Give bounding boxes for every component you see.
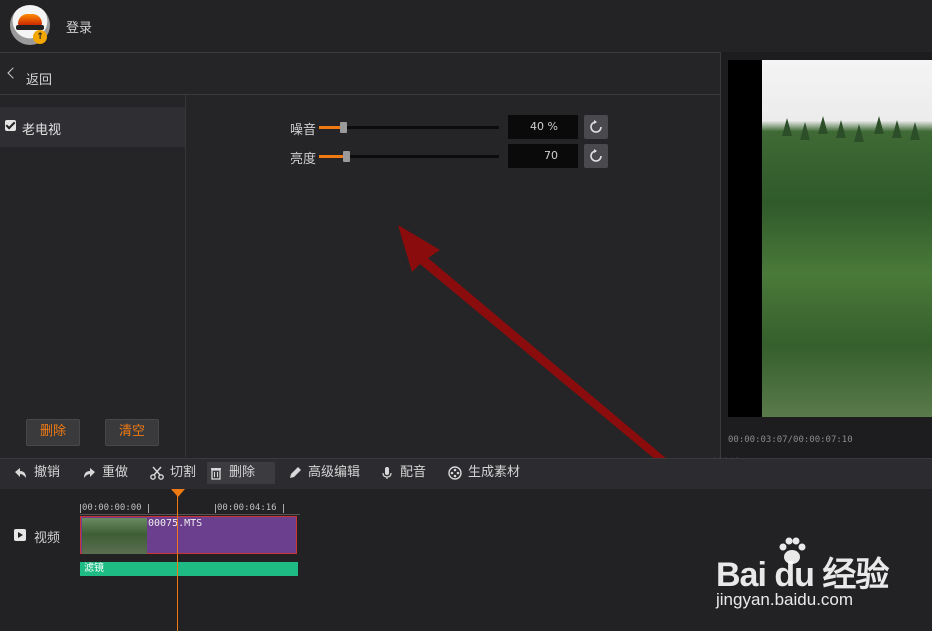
- noise-slider-fill: [319, 126, 340, 129]
- dub-button[interactable]: 配音: [378, 462, 426, 484]
- ruler-tick: [283, 504, 284, 513]
- brightness-slider-fill: [319, 155, 343, 158]
- film-reel-icon: [448, 466, 462, 480]
- redo-label: 重做: [102, 465, 129, 480]
- clear-filters-button[interactable]: 清空: [105, 419, 159, 446]
- delete-filter-button[interactable]: 删除: [26, 419, 80, 446]
- pencil-icon: [290, 467, 301, 478]
- filter-track-bar[interactable]: [80, 562, 298, 576]
- undo-label: 撤销: [34, 465, 61, 480]
- undo-icon: [15, 468, 26, 478]
- annotation-arrow: [398, 225, 680, 475]
- preview-image: [762, 60, 932, 417]
- reset-icon: [590, 149, 602, 162]
- paw-icon: [779, 537, 806, 564]
- preview-timecode: 00:00:03:07/00:00:07:10: [728, 435, 853, 445]
- back-row: [0, 53, 720, 95]
- brightness-slider-handle[interactable]: [343, 151, 350, 162]
- advanced-edit-label: 高级编辑: [308, 465, 361, 480]
- scissors-icon: [150, 466, 164, 480]
- clip-name: 00075.MTS: [148, 518, 203, 529]
- undo-button[interactable]: 撤销: [12, 462, 60, 484]
- timeline-ruler: [80, 514, 300, 515]
- noise-value-field[interactable]: 40 %: [508, 115, 578, 139]
- filter-checkbox[interactable]: [5, 120, 16, 131]
- baidu-watermark-url: jingyan.baidu.com: [716, 590, 854, 609]
- redo-button[interactable]: 重做: [80, 462, 128, 484]
- app-logo-icon[interactable]: ↑: [10, 5, 50, 45]
- ruler-tick: [80, 504, 81, 513]
- video-track-label: 视频: [34, 531, 61, 546]
- cut-button[interactable]: 切割: [148, 462, 196, 484]
- brightness-value-field[interactable]: 70: [508, 144, 578, 168]
- microphone-icon: [382, 467, 392, 479]
- playhead-marker-icon[interactable]: [171, 489, 185, 497]
- back-button[interactable]: 返回: [26, 69, 52, 88]
- advanced-edit-button[interactable]: 高级编辑: [286, 462, 360, 484]
- brightness-label: 亮度: [290, 152, 317, 167]
- clip-thumbnail: [82, 518, 147, 554]
- playhead-line[interactable]: [177, 495, 178, 631]
- login-link[interactable]: 登录: [66, 17, 92, 36]
- delete-label: 删除: [229, 465, 256, 480]
- top-bar: [0, 0, 932, 53]
- ruler-tick: [215, 504, 216, 513]
- trash-icon: [211, 468, 221, 480]
- filter-list-panel: [0, 95, 186, 457]
- noise-label: 噪音: [290, 123, 317, 138]
- noise-reset-button[interactable]: [584, 115, 608, 139]
- generate-material-label: 生成素材: [468, 465, 521, 480]
- cut-label: 切割: [170, 465, 197, 480]
- delete-button[interactable]: 删除: [207, 462, 275, 484]
- filter-track-label: 滤镜: [84, 563, 104, 574]
- redo-icon: [84, 468, 95, 478]
- generate-material-button[interactable]: 生成素材: [446, 462, 520, 484]
- dub-label: 配音: [400, 465, 427, 480]
- filter-item-label: 老电视: [22, 123, 62, 138]
- ruler-tick: [148, 504, 149, 513]
- video-track-icon: [14, 529, 26, 541]
- brightness-reset-button[interactable]: [584, 144, 608, 168]
- noise-slider-handle[interactable]: [340, 122, 347, 133]
- reset-icon: [590, 120, 602, 133]
- ruler-label: 00:00:00:00: [82, 503, 142, 513]
- ruler-label: 00:00:04:16: [217, 503, 277, 513]
